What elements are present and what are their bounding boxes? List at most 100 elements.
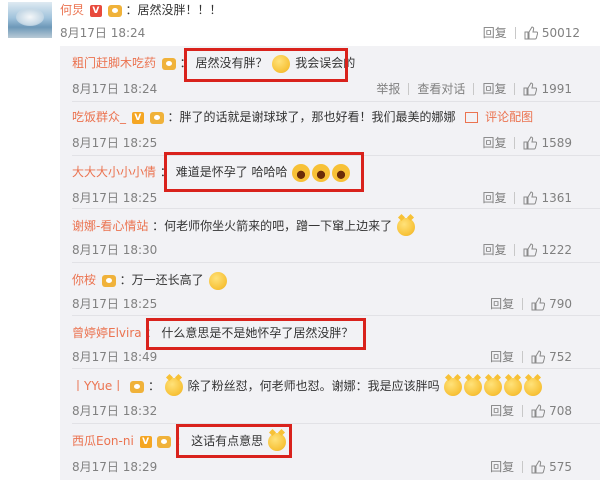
- divider: [72, 101, 600, 102]
- like-count: 790: [549, 296, 572, 311]
- reply-button[interactable]: 回复: [482, 189, 506, 206]
- cat-emoji-icon: [504, 377, 523, 396]
- highlight-box: [164, 152, 364, 192]
- reply-button[interactable]: 回复: [482, 134, 506, 151]
- divider: [514, 26, 516, 39]
- thumbs-up-icon[interactable]: [531, 349, 546, 364]
- divider: [408, 82, 410, 95]
- view-conversation-button[interactable]: 查看对话: [417, 80, 465, 97]
- reply-button[interactable]: 回复: [482, 80, 506, 97]
- username[interactable]: 你桉: [72, 273, 96, 287]
- cat-emoji-icon: [164, 377, 183, 396]
- avatar[interactable]: [8, 2, 52, 38]
- comment-text: ：何老师你坐火箭来的吧，蹭一下窜上边来了: [152, 219, 393, 233]
- thumbs-up-icon[interactable]: [531, 403, 546, 418]
- comment-text: 除了粉丝怼，何老师也怼。谢娜：我是应该胖吗: [187, 379, 440, 393]
- comment-line: 谢娜-看心情站 ：何老师你坐火箭来的吧，蹭一下窜上边来了: [72, 217, 416, 236]
- thumbs-up-icon[interactable]: [523, 135, 538, 150]
- like-count: 708: [549, 403, 572, 418]
- comment-line: 你桉 ：万一还长高了: [72, 271, 228, 290]
- comment-actions: 回复 752: [490, 348, 572, 365]
- username[interactable]: 西瓜Eon-ni: [72, 434, 134, 448]
- timestamp: 8月17日 18:24: [72, 82, 158, 96]
- timestamp: 8月17日 18:49: [72, 350, 158, 364]
- verified-badge-icon: V: [131, 111, 144, 124]
- fan-badge-icon: [149, 111, 164, 124]
- thumbs-up-icon[interactable]: [523, 81, 538, 96]
- username[interactable]: 粗门赶脚木吃药: [72, 56, 156, 70]
- timestamp: 8月17日 18:25: [72, 136, 158, 150]
- thumbs-up-icon[interactable]: [523, 242, 538, 257]
- divider: [514, 82, 516, 95]
- fan-badge-icon: [101, 274, 116, 287]
- comment-text: ：居然没胖！！！: [125, 3, 222, 17]
- comment-actions: 回复 1589: [482, 134, 572, 151]
- username[interactable]: 曾婷婷Elvira: [72, 326, 142, 340]
- timestamp: 8月17日 18:24: [60, 26, 146, 40]
- reply-button[interactable]: 回复: [490, 295, 514, 312]
- divider: [72, 208, 600, 209]
- comment-image-link[interactable]: 评论配图: [485, 110, 533, 124]
- image-icon: [465, 112, 479, 123]
- fan-badge-icon: [130, 380, 145, 393]
- divider: [514, 136, 516, 149]
- divider: [72, 315, 600, 316]
- comment-actions: 举报 查看对话 回复 1991: [376, 80, 572, 97]
- comment-text: ：胖了的话就是谢球球了，那也好看！我们最美的娜娜: [167, 110, 456, 124]
- divider: [522, 404, 524, 417]
- divider: [522, 297, 524, 310]
- timestamp: 8月17日 18:29: [72, 460, 158, 474]
- divider: [473, 82, 475, 95]
- cat-emoji-icon: [397, 217, 416, 236]
- username[interactable]: 吃饭群众_: [72, 110, 126, 124]
- verified-badge-icon: V: [139, 435, 152, 448]
- highlight-box: [184, 48, 348, 82]
- comment-actions: 回复 790: [490, 295, 572, 312]
- comment-line: 丨YYue丨 ： 除了粉丝怼，何老师也怼。谢娜：我是应该胖吗: [72, 377, 543, 396]
- username[interactable]: 丨YYue丨: [72, 379, 124, 393]
- divider: [522, 350, 524, 363]
- top-comment: 何炅 V ：居然没胖！！！ 8月17日 18:24 回复 50012: [0, 0, 600, 48]
- reply-button[interactable]: 回复: [490, 402, 514, 419]
- thumbs-up-icon[interactable]: [524, 25, 538, 40]
- comment-actions: 回复 50012: [483, 24, 580, 41]
- timestamp: 8月17日 18:25: [72, 297, 158, 311]
- username[interactable]: 何炅: [60, 3, 84, 17]
- cat-emoji-icon: [444, 377, 463, 396]
- timestamp: 8月17日 18:32: [72, 404, 158, 418]
- username[interactable]: 谢娜-看心情站: [72, 219, 148, 233]
- divider: [514, 243, 516, 256]
- like-count: 1361: [541, 190, 572, 205]
- colon: ：: [147, 379, 160, 393]
- comment-actions: 回复 708: [490, 402, 572, 419]
- thumbs-up-icon[interactable]: [523, 190, 538, 205]
- timestamp: 8月17日 18:25: [72, 191, 158, 205]
- top-comment-line: 何炅 V ：居然没胖！！！: [60, 2, 222, 18]
- highlight-box: [146, 318, 366, 350]
- divider: [522, 460, 524, 473]
- thumbs-up-icon[interactable]: [531, 296, 546, 311]
- like-count: 1589: [541, 135, 572, 150]
- fan-badge-icon: [107, 4, 122, 17]
- thinking-emoji-icon: [208, 271, 227, 290]
- thumbs-up-icon[interactable]: [531, 459, 546, 474]
- reply-button[interactable]: 回复: [483, 24, 507, 41]
- reply-button[interactable]: 回复: [482, 241, 506, 258]
- reply-button[interactable]: 回复: [490, 348, 514, 365]
- username[interactable]: 大大大小小小倩: [72, 165, 156, 179]
- like-count: 752: [549, 349, 572, 364]
- divider: [514, 191, 516, 204]
- divider: [72, 423, 600, 424]
- like-count: 575: [549, 459, 572, 474]
- like-count: 1222: [541, 242, 572, 257]
- comment-actions: 回复 575: [490, 458, 572, 475]
- cat-emoji-icon: [484, 377, 503, 396]
- reply-button[interactable]: 回复: [490, 458, 514, 475]
- divider: [72, 368, 600, 369]
- like-count: 50012: [541, 25, 580, 40]
- comment-actions: 回复 1222: [482, 241, 572, 258]
- report-button[interactable]: 举报: [376, 80, 400, 97]
- divider: [72, 262, 600, 263]
- like-count: 1991: [541, 81, 572, 96]
- timestamp: 8月17日 18:30: [72, 243, 158, 257]
